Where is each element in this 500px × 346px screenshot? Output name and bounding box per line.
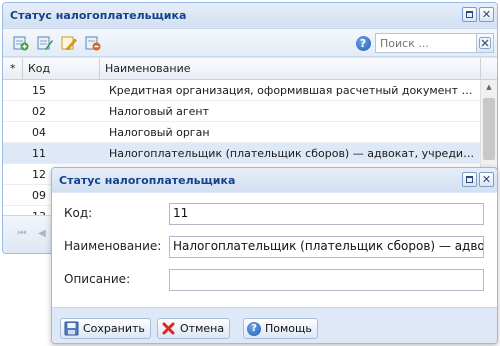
save-icon	[64, 321, 79, 336]
search-input[interactable]	[375, 33, 477, 53]
edit-pencil-icon[interactable]	[61, 35, 77, 51]
add-record-icon[interactable]	[13, 35, 29, 51]
cancel-button-label: Отмена	[180, 322, 225, 335]
save-button-label: Сохранить	[83, 322, 145, 335]
delete-record-icon[interactable]	[85, 35, 101, 51]
edit-record-icon[interactable]	[37, 35, 53, 51]
table-row[interactable]: 15 Кредитная организация, оформившая рас…	[3, 80, 480, 101]
prev-page-icon[interactable]: ◀	[35, 228, 49, 242]
first-page-icon[interactable]: ⏮	[15, 228, 29, 242]
table-row[interactable]: 04 Налоговый орган	[3, 122, 480, 143]
dialog-titlebar[interactable]: Статус налогоплательщика ✕	[52, 168, 497, 192]
window-title: Статус налогоплательщика	[10, 8, 187, 22]
maximize-icon[interactable]	[462, 7, 477, 22]
dialog-title: Статус налогоплательщика	[59, 173, 236, 187]
window-titlebar[interactable]: Статус налогоплательщика ✕	[3, 3, 497, 27]
column-header-name[interactable]: Наименование	[100, 58, 481, 80]
cell-name: Налоговый агент	[109, 105, 209, 118]
help-button[interactable]: ? Помощь	[243, 318, 318, 339]
table-row[interactable]: 02 Налоговый агент	[3, 101, 480, 122]
close-icon[interactable]: ✕	[479, 7, 494, 22]
dialog-form: Код: 11 Наименование: Налогоплательщик (…	[52, 193, 497, 307]
cancel-icon	[162, 322, 175, 335]
save-button[interactable]: Сохранить	[60, 318, 151, 339]
clear-search-icon	[479, 37, 491, 49]
cell-code: 02	[32, 105, 46, 118]
grid-header: * Код Наименование	[3, 58, 497, 80]
column-header-code[interactable]: Код	[23, 58, 100, 80]
edit-status-dialog: Статус налогоплательщика ✕ Код: 11 Наиме…	[51, 167, 498, 344]
help-button-label: Помощь	[265, 322, 312, 335]
name-label: Наименование:	[64, 239, 162, 253]
cell-name: Кредитная организация, оформившая расчет…	[109, 84, 476, 97]
maximize-icon[interactable]	[462, 172, 477, 187]
help-icon[interactable]: ?	[355, 35, 371, 51]
cell-code: 15	[32, 84, 46, 97]
scrollbar-thumb[interactable]	[483, 98, 495, 160]
cell-code: 11	[32, 147, 46, 160]
cell-name: Налоговый орган	[109, 126, 210, 139]
column-header-marker[interactable]: *	[3, 58, 23, 80]
description-field[interactable]	[169, 269, 484, 291]
code-field[interactable]: 11	[169, 203, 484, 225]
search-trigger[interactable]	[477, 33, 494, 53]
cancel-button[interactable]: Отмена	[157, 318, 231, 339]
description-label: Описание:	[64, 272, 131, 286]
grid-toolbar: ?	[3, 28, 497, 57]
cell-name: Налогоплательщик (плательщик сборов) — а…	[109, 147, 476, 160]
close-icon[interactable]: ✕	[479, 172, 494, 187]
help-icon: ?	[247, 321, 261, 336]
scroll-up-icon[interactable]: ▲	[481, 80, 497, 95]
code-label: Код:	[64, 206, 93, 220]
table-row-selected[interactable]: 11 Налогоплательщик (плательщик сборов) …	[3, 143, 480, 164]
name-field[interactable]: Налогоплательщик (плательщик сборов) — а…	[169, 236, 484, 258]
dialog-footer: Сохранить Отмена ? Помощь	[52, 307, 497, 343]
cell-code: 04	[32, 126, 46, 139]
